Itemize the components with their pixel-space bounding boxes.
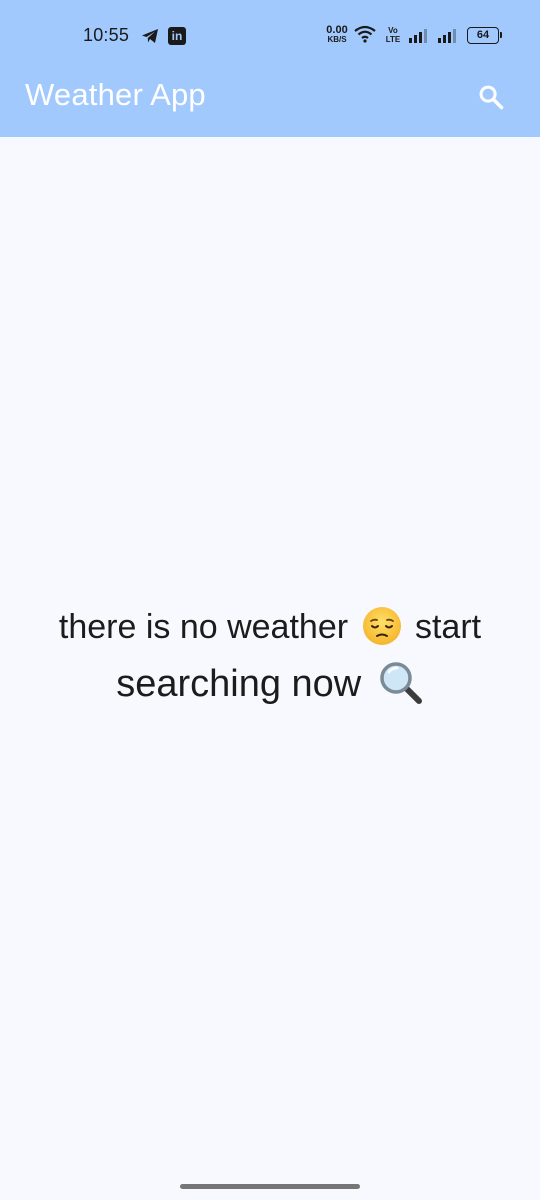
status-bar: 10:55 in 0.00 KB/S Vo LTE 64 [0,0,540,70]
magnifying-glass-emoji-icon [380,662,422,704]
volte-top: Vo [388,26,398,35]
app-bar: Weather App [0,70,540,137]
signal-1-icon [409,29,427,43]
volte-bottom: LTE [385,35,401,44]
network-speed-unit: KB/S [327,35,347,44]
app-title: Weather App [25,77,206,112]
signal-2-icon [438,29,456,43]
empty-state-line-2-text: searching now [116,663,372,705]
empty-state-message: there is no weather start searching now [20,603,520,717]
screen: 10:55 in 0.00 KB/S Vo LTE 64 Weather App… [0,0,540,1200]
battery-indicator: 64 [467,27,502,44]
wifi-icon [354,25,376,43]
empty-state-line-1: there is no weather start [20,603,520,651]
empty-state-line-1-text: there is no weather [58,608,358,646]
home-indicator[interactable] [180,1184,360,1189]
volte-indicator: Vo LTE [383,26,403,44]
telegram-icon [142,29,158,43]
network-speed-value: 0.00 [326,24,348,36]
empty-state-line-2: searching now [20,651,520,717]
search-icon [479,85,504,110]
linkedin-icon: in [168,27,186,45]
pensive-face-emoji-icon [362,607,401,645]
search-button[interactable] [470,76,512,118]
network-speed: 0.00 KB/S [322,25,352,45]
empty-state-line-1-end: start [405,608,482,646]
status-time: 10:55 [83,25,130,45]
